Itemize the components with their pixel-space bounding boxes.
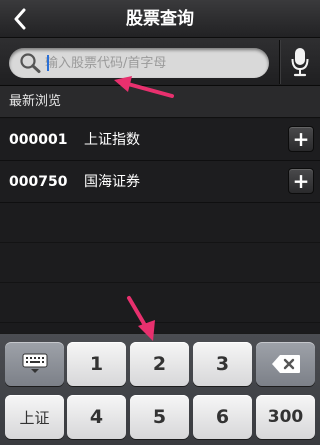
empty-list-area xyxy=(0,203,320,333)
search-field-container[interactable] xyxy=(9,48,269,78)
key-5[interactable]: 5 xyxy=(130,395,189,439)
add-to-watchlist-button[interactable]: + xyxy=(288,168,314,194)
text-caret xyxy=(47,55,49,71)
stock-name: 国海证券 xyxy=(84,174,140,190)
key-300[interactable]: 300 xyxy=(256,395,315,439)
market-shanghai-key[interactable]: 上证 xyxy=(5,395,64,439)
key-6[interactable]: 6 xyxy=(193,395,252,439)
add-to-watchlist-button[interactable]: + xyxy=(288,126,314,152)
numeric-keyboard: 1 2 3 上证 4 5 6 300 xyxy=(0,333,320,445)
list-item[interactable]: 000001 上证指数 + xyxy=(0,119,320,161)
nav-bar: 股票查询 xyxy=(0,0,320,38)
search-input[interactable] xyxy=(45,48,265,78)
key-3[interactable]: 3 xyxy=(193,342,252,386)
stock-code: 000001 xyxy=(9,132,68,148)
list-item[interactable]: 000750 国海证券 + xyxy=(0,161,320,203)
keyboard-hide-icon xyxy=(22,353,47,373)
backspace-key[interactable] xyxy=(256,342,315,386)
search-bar xyxy=(0,38,320,86)
page-title: 股票查询 xyxy=(126,9,194,29)
backspace-icon xyxy=(271,355,300,373)
hide-keyboard-key[interactable] xyxy=(5,342,64,386)
voice-search-button[interactable] xyxy=(282,42,318,82)
recent-list: 000001 上证指数 + 000750 国海证券 + xyxy=(0,119,320,203)
back-button[interactable] xyxy=(6,4,34,34)
key-2[interactable]: 2 xyxy=(130,342,189,386)
microphone-icon xyxy=(291,48,309,77)
key-1[interactable]: 1 xyxy=(67,342,126,386)
chevron-left-icon xyxy=(14,8,26,30)
stock-code: 000750 xyxy=(9,174,68,190)
empty-row xyxy=(0,283,320,323)
empty-row xyxy=(0,243,320,283)
empty-row xyxy=(0,203,320,243)
recent-section-header: 最新浏览 xyxy=(0,86,320,118)
key-4[interactable]: 4 xyxy=(67,395,126,439)
stock-name: 上证指数 xyxy=(84,132,140,148)
magnifier-icon xyxy=(20,53,41,73)
divider xyxy=(280,40,281,84)
